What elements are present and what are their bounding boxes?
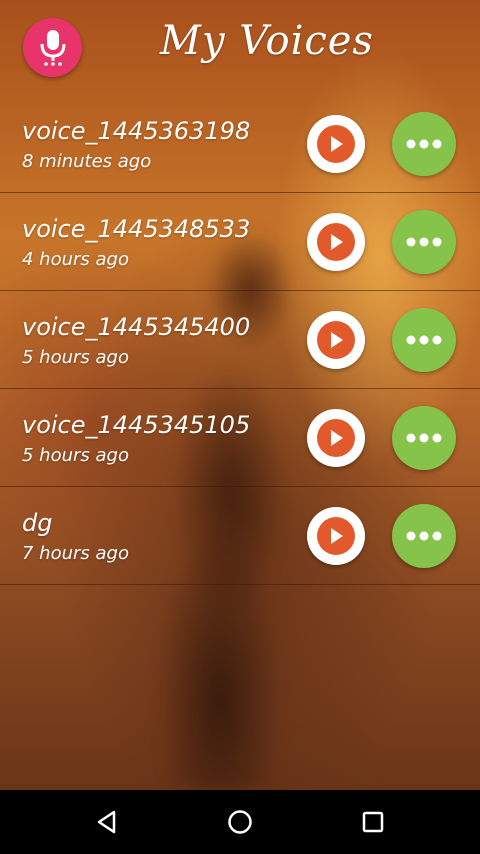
app-header: My Voices	[0, 0, 480, 100]
list-item[interactable]: voice_1445345400 5 hours ago	[0, 291, 480, 389]
system-nav-bar	[0, 790, 480, 854]
play-icon	[331, 136, 343, 152]
play-icon	[331, 332, 343, 348]
more-options-button[interactable]	[392, 210, 456, 274]
play-button[interactable]	[307, 507, 365, 565]
recording-name: voice_1445363198	[22, 117, 251, 145]
play-icon	[331, 430, 343, 446]
list-item[interactable]: voice_1445348533 4 hours ago	[0, 193, 480, 291]
back-triangle-icon	[97, 810, 116, 834]
record-button[interactable]	[23, 18, 82, 77]
play-button[interactable]	[307, 213, 365, 271]
play-button[interactable]	[307, 409, 365, 467]
recording-time: 8 minutes ago	[22, 151, 152, 172]
more-options-button[interactable]	[392, 406, 456, 470]
more-options-button[interactable]	[392, 112, 456, 176]
list-item[interactable]: voice_1445345105 5 hours ago	[0, 389, 480, 487]
more-options-button[interactable]	[392, 308, 456, 372]
recordings-list: voice_1445363198 8 minutes ago voice_144…	[0, 95, 480, 585]
recording-time: 5 hours ago	[22, 445, 129, 466]
app-screen: My Voices voice_1445363198 8 minutes ago…	[0, 0, 480, 790]
recording-name: voice_1445345105	[22, 411, 251, 439]
more-horizontal-icon	[406, 433, 442, 443]
more-horizontal-icon	[406, 335, 442, 345]
recents-square-icon	[362, 811, 384, 833]
home-button[interactable]	[220, 802, 260, 842]
more-horizontal-icon	[406, 531, 442, 541]
list-item[interactable]: voice_1445363198 8 minutes ago	[0, 95, 480, 193]
play-icon	[331, 528, 343, 544]
more-horizontal-icon	[406, 237, 442, 247]
recents-button[interactable]	[353, 802, 393, 842]
more-options-button[interactable]	[392, 504, 456, 568]
play-icon	[331, 234, 343, 250]
more-horizontal-icon	[406, 139, 442, 149]
recording-time: 5 hours ago	[22, 347, 129, 368]
play-button[interactable]	[307, 115, 365, 173]
recording-time: 4 hours ago	[22, 249, 129, 270]
recording-name: dg	[22, 509, 53, 537]
microphone-icon	[40, 29, 65, 66]
play-button[interactable]	[307, 311, 365, 369]
list-item[interactable]: dg 7 hours ago	[0, 487, 480, 585]
recording-name: voice_1445345400	[22, 313, 251, 341]
recording-time: 7 hours ago	[22, 543, 129, 564]
recording-name: voice_1445348533	[22, 215, 251, 243]
home-circle-icon	[228, 810, 252, 834]
page-title: My Voices	[160, 18, 374, 64]
back-button[interactable]	[87, 802, 127, 842]
